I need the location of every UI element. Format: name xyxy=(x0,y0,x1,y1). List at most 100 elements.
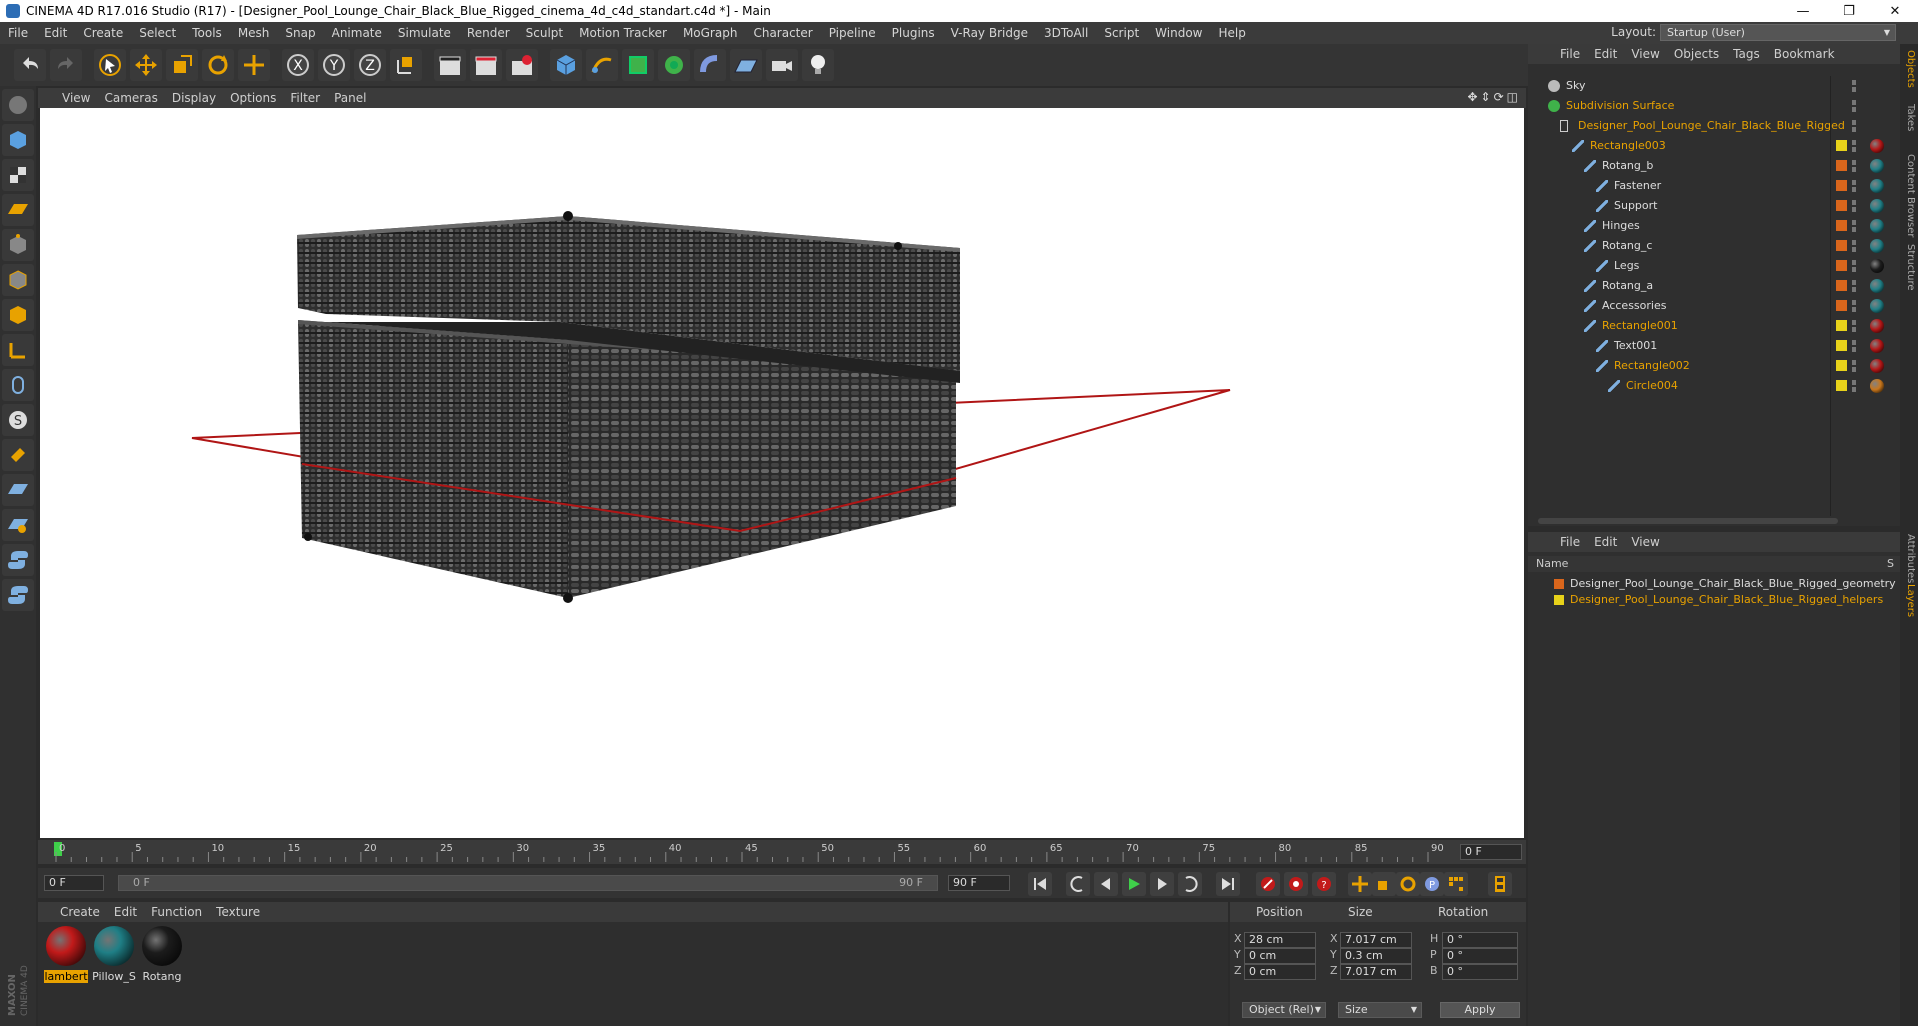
scale-tool-button[interactable] xyxy=(166,49,198,81)
viewport-menu-options[interactable]: Options xyxy=(226,91,286,105)
workplane-mode-button[interactable] xyxy=(2,194,34,226)
material-swatch[interactable]: lambert xyxy=(44,926,88,986)
minimize-button[interactable]: — xyxy=(1780,0,1826,22)
object-row[interactable]: Rotang_c xyxy=(1528,236,1900,256)
menu-snap[interactable]: Snap xyxy=(277,26,323,40)
scale-key-button[interactable] xyxy=(1372,872,1396,896)
rotate-view-icon[interactable]: ⟳ xyxy=(1494,90,1504,104)
layer-color-tag[interactable] xyxy=(1836,160,1847,171)
rotation-field[interactable]: 0 ° xyxy=(1442,948,1518,964)
undo-button[interactable] xyxy=(14,49,46,81)
make-editable-button[interactable] xyxy=(2,89,34,121)
timeline-settings-button[interactable] xyxy=(1488,872,1512,896)
close-button[interactable]: ✕ xyxy=(1872,0,1918,22)
object-row[interactable]: Sky xyxy=(1528,76,1900,96)
prev-key-button[interactable] xyxy=(1066,872,1090,896)
layer-color-tag[interactable] xyxy=(1836,180,1847,191)
visibility-dots[interactable] xyxy=(1852,140,1856,152)
3d-viewport[interactable] xyxy=(40,108,1524,838)
visibility-dots[interactable] xyxy=(1852,260,1856,272)
y-axis-button[interactable]: Y xyxy=(318,49,350,81)
object-row[interactable]: Circle004 xyxy=(1528,376,1900,396)
visibility-dots[interactable] xyxy=(1852,240,1856,252)
edges-mode-button[interactable] xyxy=(2,264,34,296)
pla-key-button[interactable] xyxy=(1444,872,1468,896)
material-tag[interactable] xyxy=(1870,219,1884,233)
layer-color-tag[interactable] xyxy=(1836,240,1847,251)
layer-color-tag[interactable] xyxy=(1836,200,1847,211)
restore-button[interactable]: ❐ xyxy=(1826,0,1872,22)
material-tag[interactable] xyxy=(1870,339,1884,353)
layer-menu-file[interactable]: File xyxy=(1554,535,1588,549)
object-menu-view[interactable]: View xyxy=(1625,47,1667,61)
preview-range-slider[interactable]: 0 F 90 F xyxy=(118,875,938,891)
menu-help[interactable]: Help xyxy=(1210,26,1253,40)
menu-select[interactable]: Select xyxy=(131,26,184,40)
autokey-button[interactable] xyxy=(1284,872,1308,896)
visibility-dots[interactable] xyxy=(1852,180,1856,192)
menu-pipeline[interactable]: Pipeline xyxy=(821,26,884,40)
object-row[interactable]: Rotang_a xyxy=(1528,276,1900,296)
zoom-view-icon[interactable]: ⇕ xyxy=(1481,90,1491,104)
coordinate-mode-select[interactable]: Object (Rel) xyxy=(1242,1002,1326,1018)
floor-button[interactable] xyxy=(730,49,762,81)
layer-color-tag[interactable] xyxy=(1836,380,1847,391)
menu-simulate[interactable]: Simulate xyxy=(390,26,459,40)
dock-tab-layers[interactable]: Layers xyxy=(1902,584,1916,617)
object-menu-file[interactable]: File xyxy=(1554,47,1588,61)
position-field[interactable]: 0 cm xyxy=(1244,948,1316,964)
material-tag[interactable] xyxy=(1870,179,1884,193)
record-button[interactable] xyxy=(1256,872,1280,896)
timeline-ruler[interactable]: 0 5 10 15 20 25 30 35 40 45 50 55 60 65 70 75 80 85 90 0 F xyxy=(38,840,1526,864)
next-frame-button[interactable] xyxy=(1150,872,1174,896)
size-field[interactable]: 7.017 cm xyxy=(1340,932,1412,948)
menu-render[interactable]: Render xyxy=(459,26,518,40)
object-row[interactable]: Hinges xyxy=(1528,216,1900,236)
material-tag[interactable] xyxy=(1870,239,1884,253)
light-button[interactable] xyxy=(802,49,834,81)
material-swatch[interactable]: Rotang xyxy=(140,926,184,986)
polygons-mode-button[interactable] xyxy=(2,299,34,331)
object-row[interactable]: Rectangle003 xyxy=(1528,136,1900,156)
dock-tab-content-browser[interactable]: Content Browser xyxy=(1902,154,1916,237)
x-axis-button[interactable]: X xyxy=(282,49,314,81)
material-menu-edit[interactable]: Edit xyxy=(108,905,145,919)
snapping-button[interactable]: S xyxy=(2,404,34,436)
material-tag[interactable] xyxy=(1870,379,1884,393)
layer-color-tag[interactable] xyxy=(1836,220,1847,231)
object-menu-tags[interactable]: Tags xyxy=(1727,47,1768,61)
workplane-lock-button[interactable] xyxy=(2,474,34,506)
menu-character[interactable]: Character xyxy=(745,26,820,40)
rotation-key-button[interactable] xyxy=(1396,872,1420,896)
menu-create[interactable]: Create xyxy=(75,26,131,40)
layer-color-swatch[interactable] xyxy=(1554,579,1564,589)
spline-pen-button[interactable] xyxy=(586,49,618,81)
layer-row[interactable]: Designer_Pool_Lounge_Chair_Black_Blue_Ri… xyxy=(1528,576,1900,592)
visibility-dots[interactable] xyxy=(1852,80,1856,92)
visibility-dots[interactable] xyxy=(1852,220,1856,232)
position-field[interactable]: 28 cm xyxy=(1244,932,1316,948)
object-row[interactable]: Fastener xyxy=(1528,176,1900,196)
visibility-dots[interactable] xyxy=(1852,380,1856,392)
toggle-view-icon[interactable]: ◫ xyxy=(1507,90,1518,104)
material-tag[interactable] xyxy=(1870,199,1884,213)
texture-mode-button[interactable] xyxy=(2,159,34,191)
tweak-mode-button[interactable] xyxy=(2,369,34,401)
layer-color-tag[interactable] xyxy=(1836,360,1847,371)
object-menu-bookmark[interactable]: Bookmark xyxy=(1768,47,1843,61)
layer-color-swatch[interactable] xyxy=(1554,595,1564,605)
visibility-dots[interactable] xyxy=(1852,340,1856,352)
keyframe-selection-button[interactable]: ? xyxy=(1312,872,1336,896)
object-row[interactable]: Legs xyxy=(1528,256,1900,276)
object-row[interactable]: Rectangle002 xyxy=(1528,356,1900,376)
dock-tab-attributes[interactable]: Attributes xyxy=(1902,534,1916,583)
viewport-menu-filter[interactable]: Filter xyxy=(286,91,330,105)
object-row[interactable]: Rectangle001 xyxy=(1528,316,1900,336)
render-settings-button[interactable] xyxy=(506,49,538,81)
object-row[interactable]: Designer_Pool_Lounge_Chair_Black_Blue_Ri… xyxy=(1528,116,1900,136)
move-tool-button[interactable] xyxy=(130,49,162,81)
menu-plugins[interactable]: Plugins xyxy=(884,26,943,40)
object-menu-objects[interactable]: Objects xyxy=(1668,47,1727,61)
visibility-dots[interactable] xyxy=(1852,200,1856,212)
menu-script[interactable]: Script xyxy=(1096,26,1147,40)
